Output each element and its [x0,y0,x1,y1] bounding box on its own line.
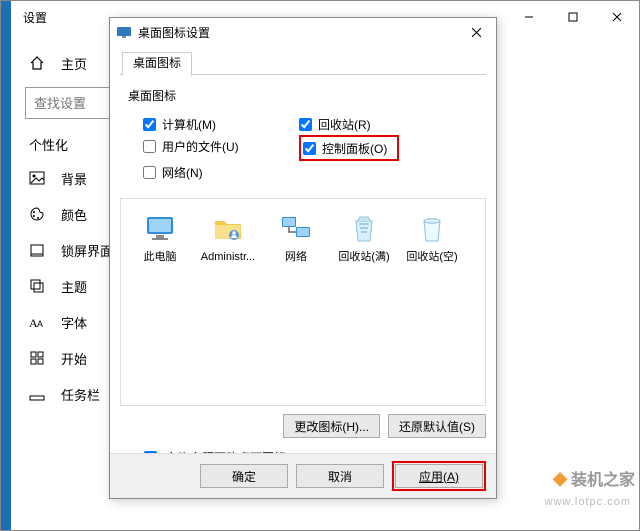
dialog-close-button[interactable] [456,27,496,38]
sidebar-home-label: 主页 [61,54,87,73]
sidebar-item-label: 锁屏界面 [61,241,113,260]
sub-button-row: 更改图标(H)... 还原默认值(S) [120,414,486,438]
palette-icon [29,206,45,222]
dialog-titlebar: 桌面图标设置 [110,18,496,46]
desktop-icon-label: 此电脑 [127,251,193,264]
desktop-icon-bin-full[interactable]: 回收站(满) [331,209,397,264]
sidebar-item-label: 字体 [61,313,87,332]
dialog-footer: 确定 取消 应用(A) [110,453,496,498]
desktop-icon-label: 回收站(空) [399,251,465,264]
bin-full-icon [331,209,397,249]
sidebar-item-label: 背景 [61,169,87,188]
bin-empty-icon [399,209,465,249]
check-controlpanel[interactable]: 控制面板(O) [299,135,399,161]
cube-icon: ◆ [553,468,567,489]
home-icon [29,55,45,71]
change-icon-button[interactable]: 更改图标(H)... [283,414,380,438]
check-recycle-input[interactable] [299,118,312,131]
ok-button[interactable]: 确定 [200,464,288,488]
tab-desktop-icons[interactable]: 桌面图标 [122,52,192,76]
pc-icon [127,209,193,249]
svg-text:A: A [37,319,43,329]
watermark-url: www.lotpc.com [545,496,631,508]
sidebar-item-label: 主题 [61,277,87,296]
dialog-title: 桌面图标设置 [138,24,456,41]
dialog-tabbar: 桌面图标 [120,50,486,75]
desktop-icon-settings-dialog: 桌面图标设置 桌面图标 桌面图标 计算机(M) 回收站(R) 用户的文件(U) … [109,17,497,499]
taskbar-icon [29,386,45,402]
icon-preview-box: 此电脑Administr...网络回收站(满)回收站(空) [120,198,486,406]
start-icon [29,350,45,366]
group-title: 桌面图标 [128,87,486,104]
desktop-icon-pc[interactable]: 此电脑 [127,209,193,264]
desktop-icon-bin-empty[interactable]: 回收站(空) [399,209,465,264]
check-computer[interactable]: 计算机(M) [143,113,299,135]
sidebar-item-label: 任务栏 [61,385,100,404]
sidebar-item-label: 颜色 [61,205,87,224]
sidebar-item-label: 开始 [61,349,87,368]
taskbar-edge [1,1,11,530]
check-computer-input[interactable] [143,118,156,131]
desktop-icon-label: Administr... [195,251,261,264]
cancel-button[interactable]: 取消 [296,464,384,488]
check-userfiles-input[interactable] [143,140,156,153]
check-network[interactable]: 网络(N) [143,161,299,183]
desktop-icon-label: 网络 [263,251,329,264]
lock-icon [29,242,45,258]
net-icon [263,209,329,249]
close-button[interactable] [595,3,639,31]
check-network-input[interactable] [143,166,156,179]
apply-highlight: 应用(A) [392,461,486,491]
check-recycle[interactable]: 回收站(R) [299,113,455,135]
theme-icon [29,278,45,294]
font-icon: AA [29,314,45,330]
check-userfiles[interactable]: 用户的文件(U) [143,135,299,157]
restore-default-button[interactable]: 还原默认值(S) [388,414,486,438]
apply-button[interactable]: 应用(A) [395,464,483,488]
watermark: ◆ 装机之家 www.lotpc.com [553,466,635,490]
checkbox-grid: 计算机(M) 回收站(R) 用户的文件(U) 控制面板(O) 网络(N) [120,110,486,186]
check-controlpanel-input[interactable] [303,142,316,155]
dialog-body: 桌面图标 桌面图标 计算机(M) 回收站(R) 用户的文件(U) 控制面板(O)… [110,46,496,454]
dialog-icon [116,24,132,40]
minimize-button[interactable] [507,3,551,31]
desktop-icon-net[interactable]: 网络 [263,209,329,264]
folder-icon [195,209,261,249]
desktop-icon-label: 回收站(满) [331,251,397,264]
image-icon [29,170,45,186]
desktop-icon-folder[interactable]: Administr... [195,209,261,264]
watermark-text: 装机之家 [571,466,635,490]
root-frame: 设置 主页 个性化 背景颜色锁屏界面主题AA字体开始任务栏 性化设置 和颜 [0,0,640,531]
maximize-button[interactable] [551,3,595,31]
